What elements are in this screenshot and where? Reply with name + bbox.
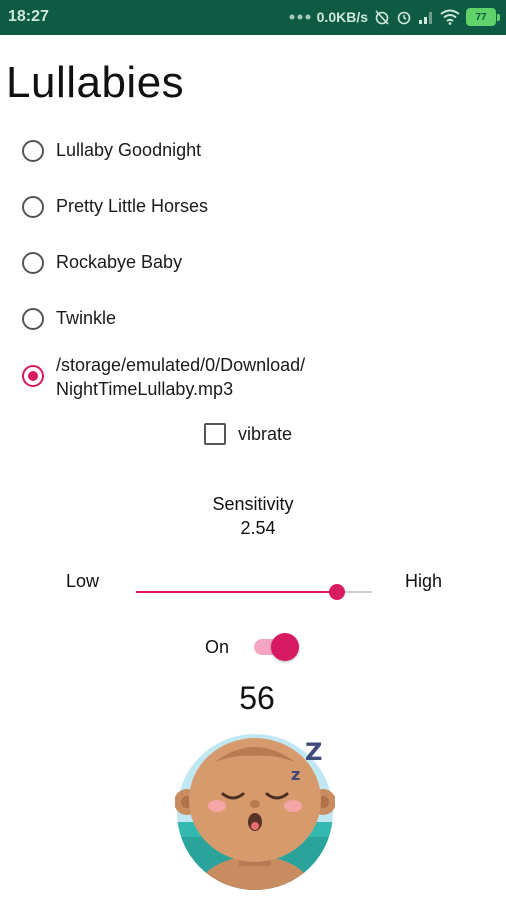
svg-text:z: z bbox=[291, 765, 300, 784]
radio-button[interactable] bbox=[22, 252, 44, 274]
battery-icon: 77 bbox=[466, 8, 500, 26]
alarm-off-icon bbox=[374, 9, 390, 25]
status-icons: 0.0KB/s 77 bbox=[289, 8, 500, 26]
radio-custom-file[interactable]: /storage/emulated/0/Download/ NightTimeL… bbox=[22, 353, 305, 401]
status-time: 18:27 bbox=[8, 8, 49, 25]
wifi-icon bbox=[440, 9, 460, 25]
vibrate-checkbox-row[interactable]: vibrate bbox=[204, 423, 292, 445]
radio-twinkle[interactable]: Twinkle bbox=[22, 306, 116, 330]
radio-label: /storage/emulated/0/Download/ NightTimeL… bbox=[56, 355, 306, 399]
radio-label: Pretty Little Horses bbox=[56, 196, 209, 216]
page-title: Lullabies bbox=[6, 58, 185, 107]
network-speed: 0.0KB/s bbox=[316, 9, 368, 25]
battery-level: 77 bbox=[466, 8, 496, 26]
slider-fill bbox=[136, 591, 337, 593]
alarm-icon bbox=[396, 9, 412, 25]
vibrate-checkbox[interactable] bbox=[204, 423, 226, 445]
radio-rockabye-baby[interactable]: Rockabye Baby bbox=[22, 250, 182, 274]
counter-value: 56 bbox=[239, 680, 275, 716]
radio-label: Rockabye Baby bbox=[56, 252, 183, 272]
radio-label: Lullaby Goodnight bbox=[56, 140, 202, 160]
sleeping-baby-image: z Z bbox=[174, 732, 336, 892]
dots-icon bbox=[289, 13, 311, 21]
vibrate-label: vibrate bbox=[238, 423, 293, 444]
high-label: High bbox=[405, 571, 443, 591]
svg-text:Z: Z bbox=[305, 738, 322, 766]
sensitivity-label: Sensitivity bbox=[212, 494, 294, 514]
radio-button[interactable] bbox=[22, 196, 44, 218]
switch-thumb[interactable] bbox=[271, 633, 299, 661]
sensitivity-value: 2.54 bbox=[240, 518, 276, 538]
sensitivity-slider[interactable] bbox=[136, 584, 372, 600]
low-label: Low bbox=[66, 571, 100, 591]
radio-button-selected[interactable] bbox=[22, 365, 44, 387]
slider-thumb[interactable] bbox=[328, 584, 345, 600]
signal-icon bbox=[418, 10, 434, 24]
radio-pretty-little-horses[interactable]: Pretty Little Horses bbox=[22, 194, 208, 218]
on-switch[interactable] bbox=[254, 632, 300, 661]
status-bar: 18:27 0.0KB/s 77 bbox=[0, 0, 506, 35]
radio-lullaby-goodnight[interactable]: Lullaby Goodnight bbox=[22, 138, 201, 162]
switch-label: On bbox=[205, 637, 230, 657]
radio-label: Twinkle bbox=[56, 308, 117, 328]
radio-button[interactable] bbox=[22, 140, 44, 162]
sleeping-baby-icon: z Z bbox=[174, 734, 336, 890]
radio-button[interactable] bbox=[22, 308, 44, 330]
